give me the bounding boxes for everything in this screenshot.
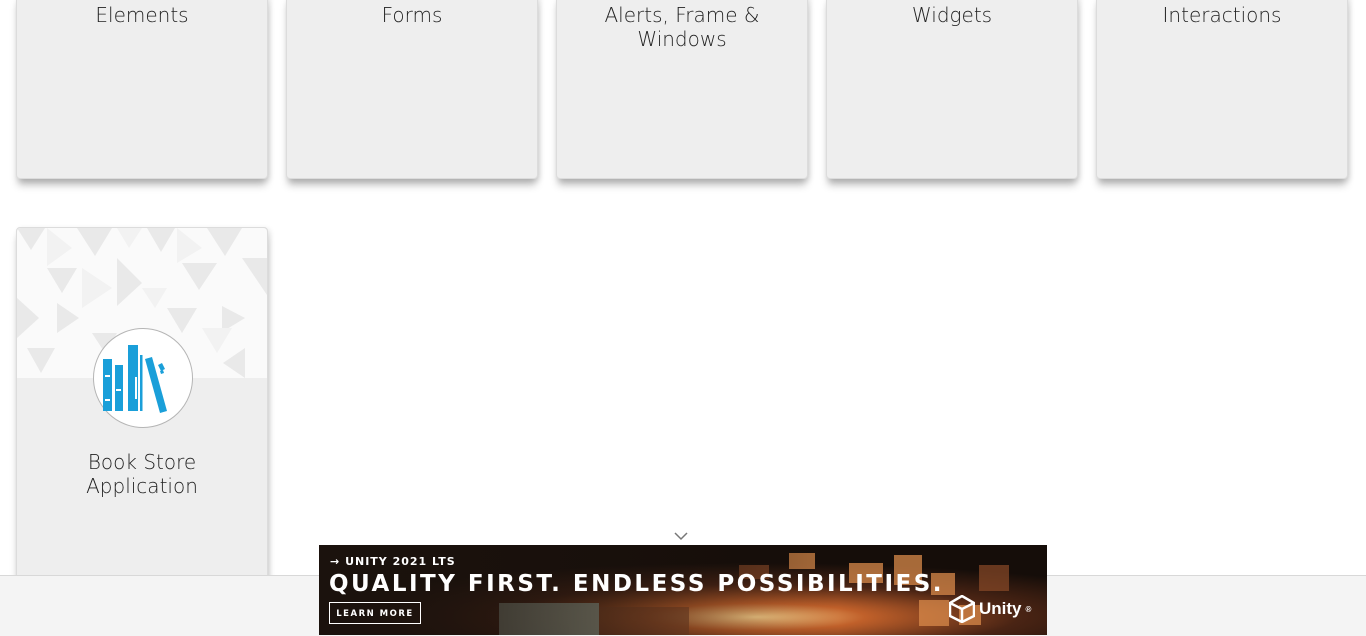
card-title: Book Store Application bbox=[86, 450, 198, 498]
category-card-elements[interactable]: Elements bbox=[16, 0, 268, 179]
arrow-right-icon: → bbox=[330, 555, 341, 568]
card-title: Forms bbox=[381, 3, 443, 27]
category-card-book-store[interactable]: Book Store Application bbox=[16, 227, 268, 587]
card-title: Interactions bbox=[1162, 3, 1282, 27]
category-card-widgets[interactable]: Widgets bbox=[826, 0, 1078, 179]
card-title: Widgets bbox=[911, 3, 993, 27]
unity-logo-icon bbox=[949, 595, 975, 623]
unity-logo[interactable]: Unity ® bbox=[949, 595, 1031, 623]
registered-mark: ® bbox=[1025, 604, 1032, 614]
ad-kicker-text: UNITY 2021 LTS bbox=[345, 555, 456, 568]
learn-more-button[interactable]: LEARN MORE bbox=[329, 602, 421, 624]
advertisement-banner[interactable]: → UNITY 2021 LTS QUALITY FIRST. ENDLESS … bbox=[319, 545, 1047, 635]
category-card-alerts[interactable]: Alerts, Frame & Windows bbox=[556, 0, 808, 179]
ad-headline: QUALITY FIRST. ENDLESS POSSIBILITIES. bbox=[329, 571, 945, 597]
category-card-forms[interactable]: Forms bbox=[286, 0, 538, 179]
card-title: Alerts, Frame & Windows bbox=[604, 3, 760, 51]
chevron-down-icon[interactable] bbox=[674, 531, 688, 541]
category-card-interactions[interactable]: Interactions bbox=[1096, 0, 1348, 179]
books-icon bbox=[93, 328, 193, 428]
unity-brand-text: Unity bbox=[979, 599, 1022, 618]
ad-kicker: → UNITY 2021 LTS bbox=[330, 555, 456, 568]
card-title: Elements bbox=[95, 3, 189, 27]
